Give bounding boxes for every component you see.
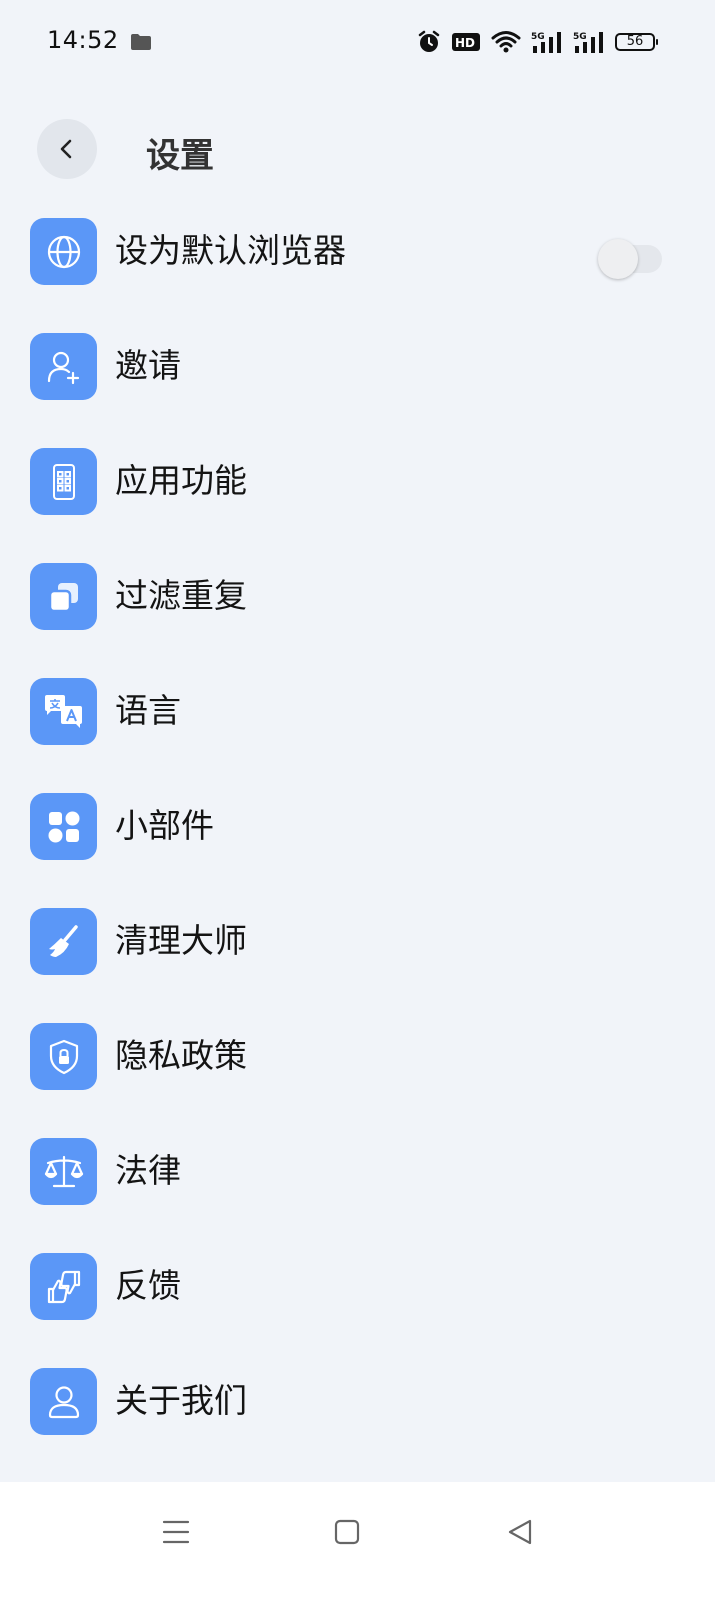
menu-item-app-features[interactable]: 应用功能 [0, 430, 715, 530]
recent-apps-button[interactable] [152, 1508, 200, 1556]
thumbs-icon [30, 1253, 97, 1320]
battery-icon: 56 [615, 33, 658, 51]
back-triangle-icon [508, 1519, 532, 1545]
globe-icon [30, 218, 97, 285]
page-title: 设置 [146, 136, 214, 176]
alarm-icon [417, 30, 441, 54]
duplicate-icon [30, 563, 97, 630]
menu-item-language[interactable]: 语言 [0, 660, 715, 760]
folder-icon [130, 33, 152, 55]
widgets-icon [30, 793, 97, 860]
back-nav-button[interactable] [496, 1508, 544, 1556]
menu-item-cleaner[interactable]: 清理大师 [0, 890, 715, 990]
header: 设置 [0, 110, 715, 190]
toggle-knob [598, 239, 638, 279]
broom-icon [30, 908, 97, 975]
default-browser-toggle[interactable] [598, 235, 662, 279]
add-user-icon [30, 333, 97, 400]
menu-item-feedback[interactable]: 反馈 [0, 1235, 715, 1335]
menu-item-privacy-policy[interactable]: 隐私政策 [0, 1005, 715, 1105]
person-icon [30, 1368, 97, 1435]
menu-item-widgets[interactable]: 小部件 [0, 775, 715, 875]
signal-5g-icon: 5G [573, 30, 605, 54]
menu-item-label: 反馈 [115, 1266, 181, 1305]
home-square-icon [334, 1519, 360, 1545]
phone-apps-icon [30, 448, 97, 515]
network-label: 5G [531, 32, 545, 42]
menu-item-default-browser[interactable]: 设为默认浏览器 [0, 200, 715, 300]
status-time: 14:52 [47, 26, 119, 54]
menu-item-label: 小部件 [115, 806, 214, 845]
menu-item-label: 语言 [115, 691, 181, 730]
menu-item-label: 关于我们 [115, 1381, 247, 1420]
translate-icon [30, 678, 97, 745]
home-button[interactable] [323, 1508, 371, 1556]
network-label: 5G [573, 32, 587, 42]
menu-icon [162, 1520, 190, 1544]
menu-item-legal[interactable]: 法律 [0, 1120, 715, 1220]
menu-item-invite[interactable]: 邀请 [0, 315, 715, 415]
menu-item-label: 法律 [115, 1151, 181, 1190]
menu-item-label: 应用功能 [115, 461, 247, 500]
menu-item-label: 设为默认浏览器 [115, 231, 346, 270]
status-icons: HD 5G 5G 56 [407, 24, 658, 60]
menu-item-label: 隐私政策 [115, 1036, 247, 1075]
menu-item-about-us[interactable]: 关于我们 [0, 1350, 715, 1450]
menu-item-label: 邀请 [115, 346, 181, 385]
hd-icon: HD [451, 31, 481, 53]
chevron-left-icon [60, 139, 72, 159]
hd-label: HD [455, 36, 475, 50]
menu-item-label: 清理大师 [115, 921, 247, 960]
battery-level: 56 [615, 33, 658, 51]
wifi-icon [491, 30, 521, 54]
scales-icon [30, 1138, 97, 1205]
signal-5g-icon: 5G [531, 30, 563, 54]
menu-item-filter-duplicates[interactable]: 过滤重复 [0, 545, 715, 645]
status-bar: 14:52 HD 5G 5G 56 [0, 0, 715, 84]
system-nav-bar [0, 1482, 715, 1600]
shield-lock-icon [30, 1023, 97, 1090]
menu-item-label: 过滤重复 [115, 576, 247, 615]
back-button[interactable] [37, 119, 97, 179]
